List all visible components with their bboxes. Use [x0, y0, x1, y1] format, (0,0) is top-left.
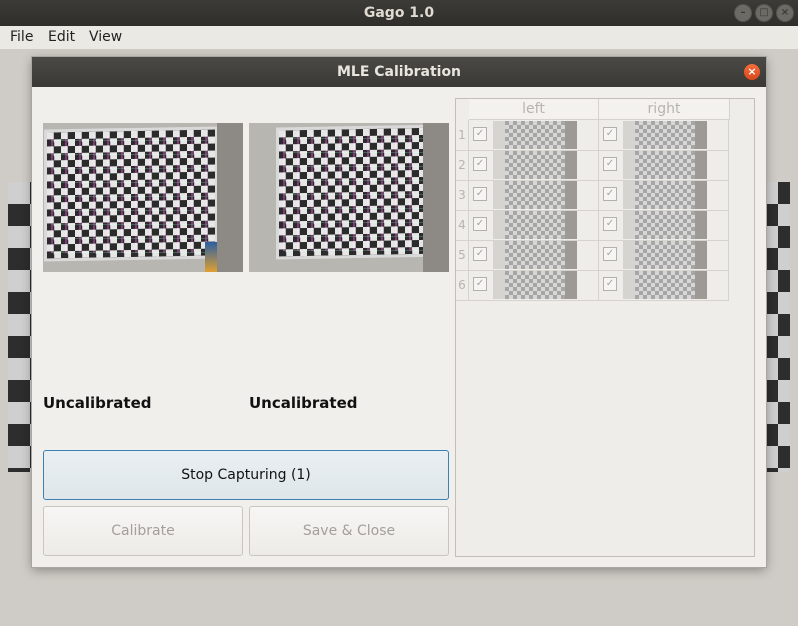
right-cell[interactable]: ✓ [599, 150, 729, 181]
left-cell[interactable]: ✓ [469, 270, 599, 301]
row-number: 3 [456, 180, 469, 211]
checkbox[interactable]: ✓ [473, 247, 487, 261]
left-camera-preview [43, 123, 243, 272]
right-calibration-status: Uncalibrated [249, 394, 358, 412]
calibrate-button[interactable]: Calibrate [43, 506, 243, 556]
table-row[interactable]: 1 ✓ ✓ [456, 120, 729, 151]
row-number: 2 [456, 150, 469, 181]
right-thumbnail [623, 241, 707, 269]
left-thumbnail [493, 211, 577, 239]
left-thumbnail [493, 151, 577, 179]
left-thumbnail [493, 271, 577, 299]
close-icon[interactable]: × [776, 4, 794, 22]
close-icon[interactable]: × [744, 64, 760, 80]
checkbox[interactable]: ✓ [603, 127, 617, 141]
person-image [423, 123, 449, 272]
checkbox[interactable]: ✓ [473, 157, 487, 171]
right-thumbnail [623, 271, 707, 299]
row-number: 5 [456, 240, 469, 271]
checkbox[interactable]: ✓ [603, 187, 617, 201]
dialog-title: MLE Calibration [336, 64, 462, 80]
dialog-titlebar: MLE Calibration × [32, 57, 766, 87]
row-number: 4 [456, 210, 469, 241]
left-cell[interactable]: ✓ [469, 150, 599, 181]
table-row[interactable]: 3 ✓ ✓ [456, 180, 729, 211]
checkbox[interactable]: ✓ [473, 127, 487, 141]
row-number: 1 [456, 120, 469, 151]
checkbox[interactable]: ✓ [603, 277, 617, 291]
checkbox[interactable]: ✓ [603, 247, 617, 261]
right-thumbnail [623, 121, 707, 149]
right-thumbnail [623, 211, 707, 239]
left-cell[interactable]: ✓ [469, 120, 599, 151]
window-controls: – □ × [734, 4, 794, 22]
maximize-icon[interactable]: □ [755, 4, 773, 22]
checkbox[interactable]: ✓ [473, 217, 487, 231]
mle-calibration-dialog: MLE Calibration × Uncalibrated Uncalibra… [32, 57, 766, 567]
table-row[interactable]: 5 ✓ ✓ [456, 240, 729, 271]
right-thumbnail [623, 181, 707, 209]
left-cell[interactable]: ✓ [469, 180, 599, 211]
capture-table: left right 1 ✓ ✓ 2 ✓ ✓ 3 ✓ ✓ 4 ✓ ✓ 5 ✓ ✓… [455, 98, 755, 557]
menu-edit[interactable]: Edit [48, 29, 75, 45]
checkbox[interactable]: ✓ [473, 277, 487, 291]
right-cell[interactable]: ✓ [599, 120, 729, 151]
left-thumbnail [493, 181, 577, 209]
left-cell[interactable]: ✓ [469, 210, 599, 241]
table-row[interactable]: 2 ✓ ✓ [456, 150, 729, 181]
right-cell[interactable]: ✓ [599, 270, 729, 301]
left-thumbnail [493, 241, 577, 269]
menu-file[interactable]: File [10, 29, 33, 45]
corner-overlay [283, 133, 445, 251]
minimize-icon[interactable]: – [734, 4, 752, 22]
left-calibration-status: Uncalibrated [43, 394, 152, 412]
left-thumbnail [493, 121, 577, 149]
column-header-right[interactable]: right [599, 99, 730, 120]
checkbox[interactable]: ✓ [603, 157, 617, 171]
checkbox[interactable]: ✓ [603, 217, 617, 231]
right-cell[interactable]: ✓ [599, 210, 729, 241]
right-cell[interactable]: ✓ [599, 180, 729, 211]
person-image [217, 123, 243, 272]
table-row[interactable]: 6 ✓ ✓ [456, 270, 729, 301]
right-cell[interactable]: ✓ [599, 240, 729, 271]
row-number: 6 [456, 270, 469, 301]
menubar: File Edit View [0, 26, 798, 50]
stop-capturing-button[interactable]: Stop Capturing (1) [43, 450, 449, 500]
window-title: Gago 1.0 [363, 5, 435, 21]
save-close-button[interactable]: Save & Close [249, 506, 449, 556]
column-header-left[interactable]: left [469, 99, 599, 120]
table-row[interactable]: 4 ✓ ✓ [456, 210, 729, 241]
left-cell[interactable]: ✓ [469, 240, 599, 271]
menu-view[interactable]: View [89, 29, 122, 45]
right-camera-preview [249, 123, 449, 272]
window-titlebar: Gago 1.0 – □ × [0, 0, 798, 26]
corner-overlay [51, 135, 213, 253]
right-thumbnail [623, 151, 707, 179]
checkbox[interactable]: ✓ [473, 187, 487, 201]
